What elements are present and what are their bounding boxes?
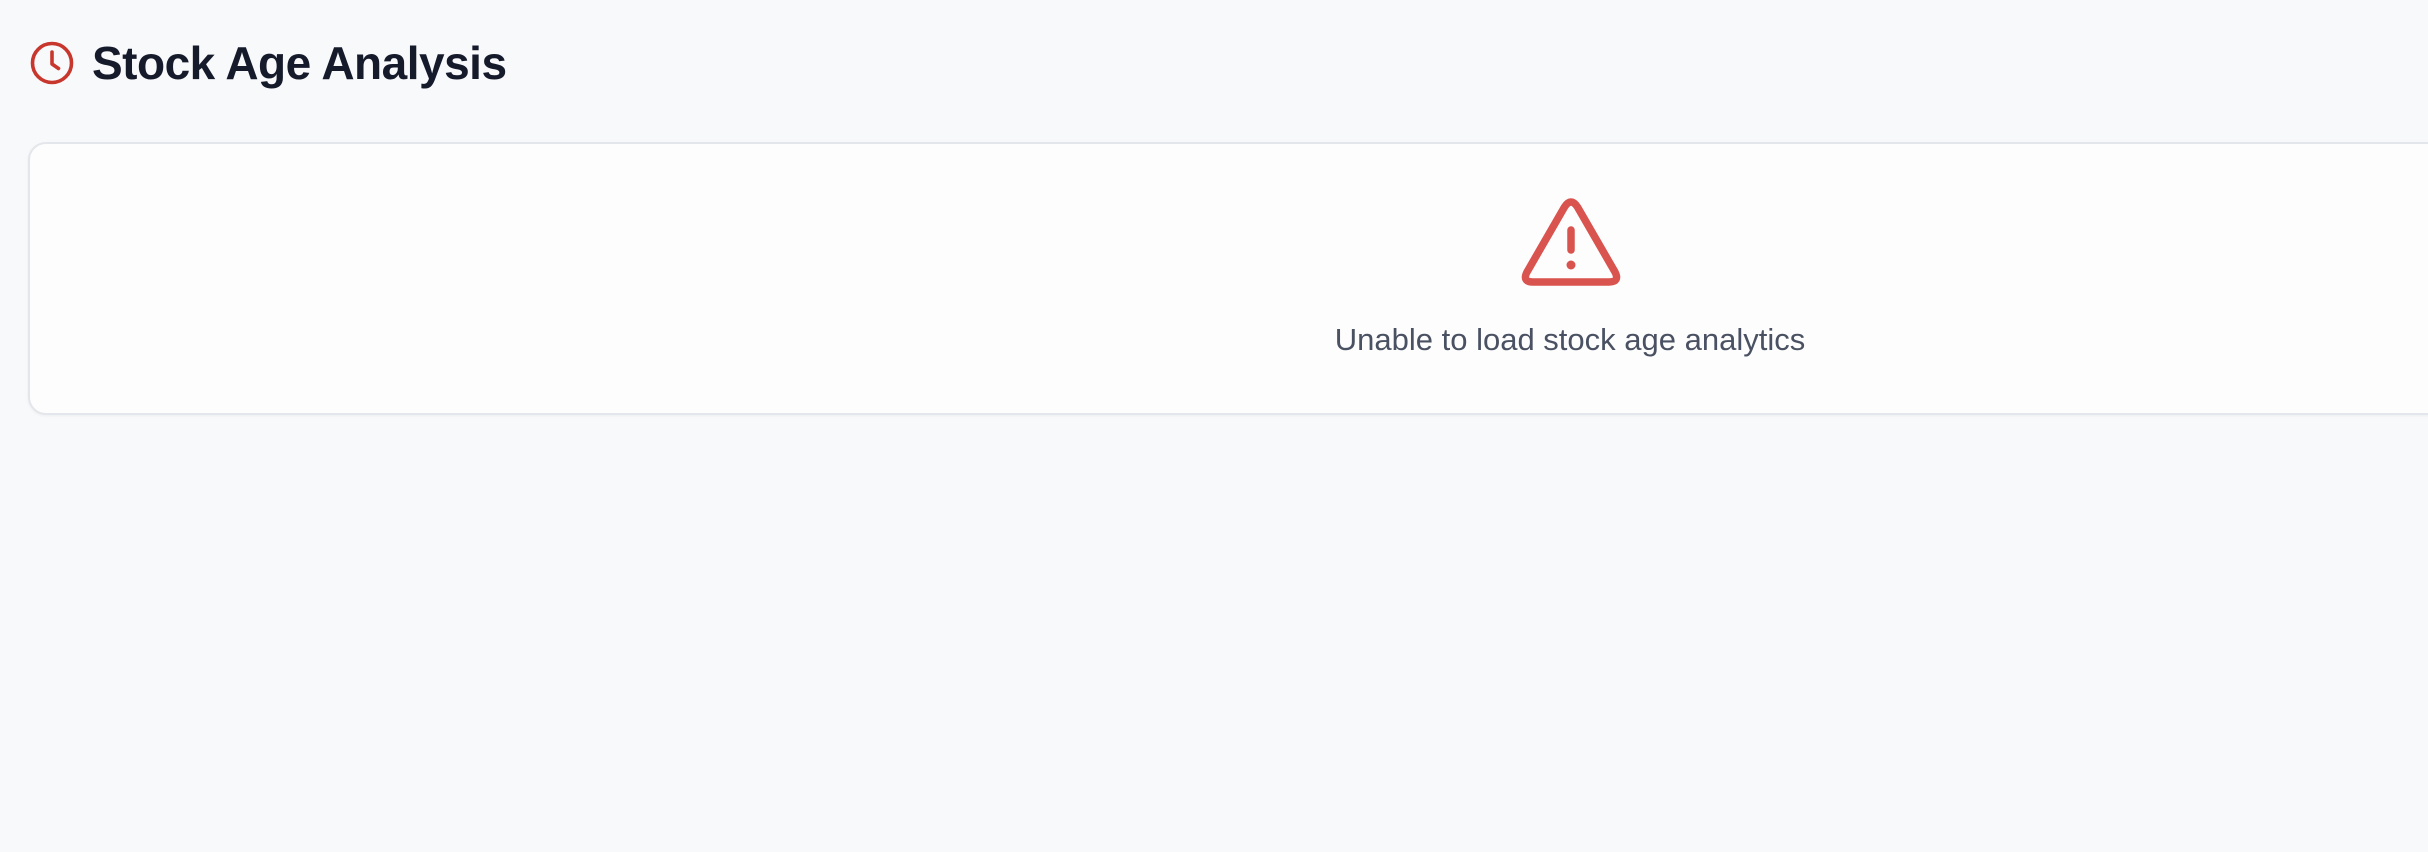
page-title: Stock Age Analysis [92, 37, 507, 89]
error-message: Unable to load stock age analytics [1334, 322, 1806, 357]
page-header: Stock Age Analysis [28, 30, 507, 96]
warning-triangle-icon [1520, 198, 1622, 290]
clock-icon [28, 39, 76, 87]
stock-age-page: Stock Age Analysis Unable to load stock … [0, 0, 2428, 852]
error-card: Unable to load stock age analytics [28, 142, 2428, 415]
